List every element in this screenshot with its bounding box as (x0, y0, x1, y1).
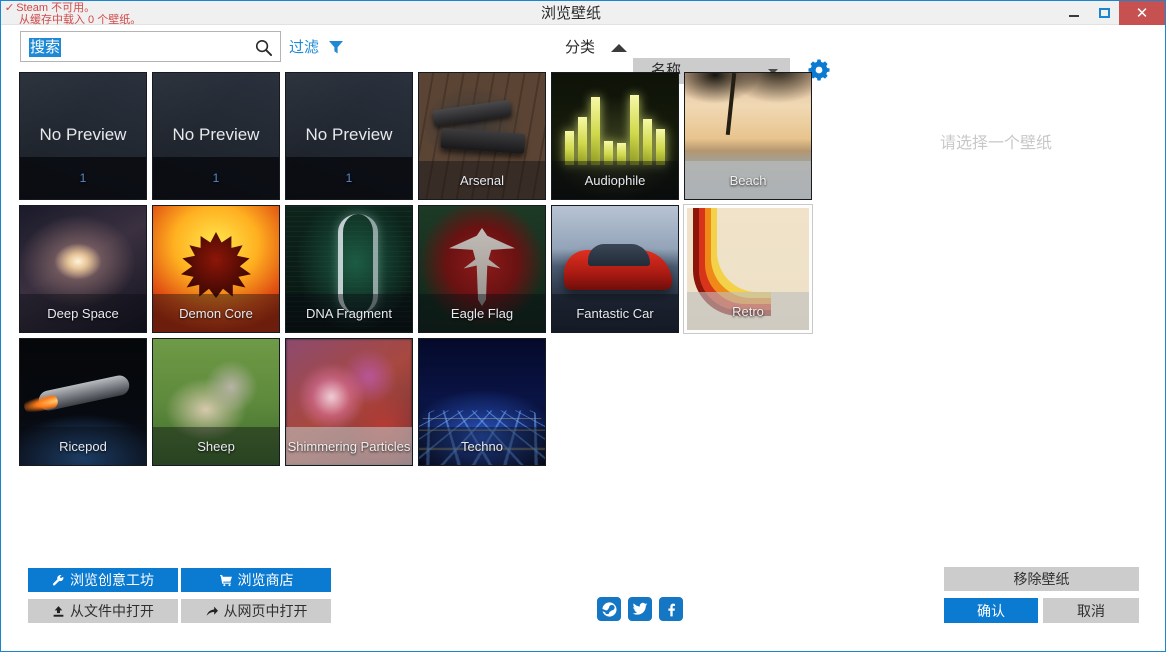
check-icon: ✓ (5, 2, 15, 14)
close-button[interactable]: ✕ (1119, 1, 1165, 25)
wallpaper-title: Deep Space (20, 294, 146, 332)
wallpaper-title: DNA Fragment (286, 294, 412, 332)
open-from-file-label: 从文件中打开 (70, 601, 154, 621)
sort-ascending-arrow-icon[interactable] (611, 44, 627, 52)
status-line-2: 从缓存中载入 0 个壁纸。 (5, 14, 141, 26)
confirm-label: 确认 (977, 601, 1005, 621)
wallpaper-title: Beach (685, 161, 811, 199)
remove-wallpaper-label: 移除壁纸 (1014, 569, 1070, 589)
browse-wallpaper-window: 浏览壁纸 ✕ ✓Steam 不可用。 从缓存中载入 0 个壁纸。 搜索 过滤 (0, 0, 1166, 652)
browse-workshop-label: 浏览创意工坊 (70, 570, 154, 590)
wallpaper-title: Arsenal (419, 161, 545, 199)
browse-store-label: 浏览商店 (238, 570, 294, 590)
steam-status-message: ✓Steam 不可用。 从缓存中载入 0 个壁纸。 (5, 2, 141, 26)
maximize-button[interactable] (1089, 1, 1119, 25)
cancel-button[interactable]: 取消 (1043, 598, 1139, 623)
filter-label[interactable]: 过滤 (289, 38, 319, 57)
wallpaper-title: Eagle Flag (419, 294, 545, 332)
wallpaper-tile[interactable]: No Preview 1 (19, 72, 147, 200)
wrench-icon (52, 574, 65, 587)
wallpaper-tile[interactable]: Beach (684, 72, 812, 200)
wallpaper-title: Retro (687, 292, 809, 330)
title-bar: 浏览壁纸 ✕ (1, 1, 1165, 25)
status-line-1: ✓Steam 不可用。 (5, 2, 141, 14)
upload-icon (52, 605, 65, 618)
browse-store-button[interactable]: 浏览商店 (181, 568, 331, 592)
wallpaper-title: Ricepod (20, 427, 146, 465)
maximize-icon (1099, 8, 1110, 18)
equalizer-bars-icon (552, 87, 678, 165)
minimize-button[interactable] (1059, 1, 1089, 25)
wallpaper-tile[interactable]: No Preview 1 (152, 72, 280, 200)
wallpaper-grid: No Preview 1 No Preview 1 No Preview 1 A… (19, 72, 834, 466)
wallpaper-title: Shimmering Particles (286, 427, 412, 465)
wallpaper-title: Sheep (153, 427, 279, 465)
search-icon[interactable] (254, 38, 273, 57)
wallpaper-tile[interactable]: Shimmering Particles (285, 338, 413, 466)
window-title: 浏览壁纸 (541, 4, 601, 23)
arrow-curve-icon (205, 605, 219, 618)
remove-wallpaper-button[interactable]: 移除壁纸 (944, 567, 1139, 591)
no-preview-label: No Preview (286, 125, 412, 145)
social-links (597, 597, 683, 621)
wallpaper-tile[interactable]: Techno (418, 338, 546, 466)
wallpaper-tile[interactable]: Sheep (152, 338, 280, 466)
wallpaper-tile[interactable]: Audiophile (551, 72, 679, 200)
browse-workshop-button[interactable]: 浏览创意工坊 (28, 568, 178, 592)
facebook-icon[interactable] (659, 597, 683, 621)
open-from-web-label: 从网页中打开 (224, 601, 308, 621)
preview-hint-text: 请选择一个壁纸 (940, 129, 1052, 153)
no-preview-label: No Preview (20, 125, 146, 145)
wallpaper-tile[interactable]: Arsenal (418, 72, 546, 200)
wallpaper-badge: 1 (286, 157, 412, 199)
toolbar: 搜索 过滤 分类 名称 (1, 25, 1165, 69)
wallpaper-tile[interactable]: DNA Fragment (285, 205, 413, 333)
steam-icon[interactable] (597, 597, 621, 621)
cancel-label: 取消 (1077, 601, 1105, 621)
preview-panel: 请选择一个壁纸 (846, 72, 1146, 542)
wallpaper-title: Demon Core (153, 294, 279, 332)
wallpaper-tile[interactable]: Deep Space (19, 205, 147, 333)
confirm-button[interactable]: 确认 (944, 598, 1038, 623)
wallpaper-tile[interactable]: Retro (684, 205, 812, 333)
wallpaper-tile[interactable]: No Preview 1 (285, 72, 413, 200)
wallpaper-badge: 1 (153, 157, 279, 199)
close-icon: ✕ (1136, 6, 1149, 21)
wallpaper-tile[interactable]: Fantastic Car (551, 205, 679, 333)
minimize-icon (1069, 15, 1079, 17)
wallpaper-tile[interactable]: Eagle Flag (418, 205, 546, 333)
open-from-web-button[interactable]: 从网页中打开 (181, 599, 331, 623)
twitter-icon[interactable] (628, 597, 652, 621)
wallpaper-tile[interactable]: Ricepod (19, 338, 147, 466)
wallpaper-badge: 1 (20, 157, 146, 199)
no-preview-label: No Preview (153, 125, 279, 145)
wallpaper-title: Fantastic Car (552, 294, 678, 332)
cart-icon (219, 574, 233, 587)
search-input-value: 搜索 (29, 38, 61, 57)
sort-label[interactable]: 分类 (565, 38, 595, 57)
open-from-file-button[interactable]: 从文件中打开 (28, 599, 178, 623)
search-input[interactable]: 搜索 (20, 31, 281, 62)
wallpaper-tile[interactable]: Demon Core (152, 205, 280, 333)
status-line-1-text: Steam 不可用。 (16, 2, 95, 14)
wallpaper-title: Techno (419, 427, 545, 465)
wallpaper-title: Audiophile (552, 161, 678, 199)
filter-icon[interactable] (328, 39, 344, 55)
